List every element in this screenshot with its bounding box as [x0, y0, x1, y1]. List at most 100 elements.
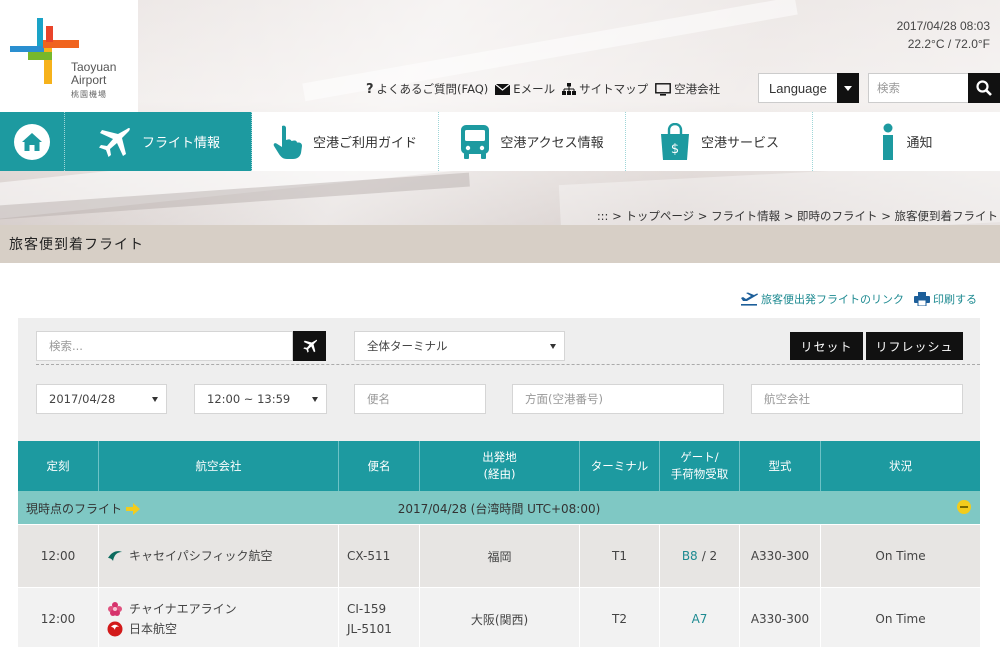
- shopping-bag-icon: $: [660, 122, 689, 160]
- column-scheduled[interactable]: 定刻: [18, 441, 99, 491]
- nav-airport-access[interactable]: 空港アクセス情報: [439, 112, 626, 171]
- origin-field[interactable]: [512, 384, 724, 414]
- collapse-icon[interactable]: [957, 500, 971, 514]
- airplane-icon: [98, 127, 130, 157]
- date-select[interactable]: 2017/04/28: [36, 384, 167, 414]
- cell-flight: CX-511: [339, 525, 420, 587]
- site-search-input[interactable]: [877, 74, 968, 102]
- column-terminal[interactable]: ターミナル: [580, 441, 660, 491]
- cell-status: On Time: [875, 612, 926, 626]
- cell-time: 12:00: [18, 588, 99, 647]
- monitor-icon: [655, 82, 671, 96]
- print-link[interactable]: 印刷する: [914, 291, 977, 307]
- airport-company-link[interactable]: 空港会社: [655, 81, 720, 97]
- flight-search-field[interactable]: [36, 331, 293, 361]
- sitemap-link[interactable]: サイトマップ: [562, 81, 648, 97]
- search-icon: [976, 80, 992, 96]
- column-origin-label: 出発地: [482, 450, 517, 464]
- chevron-down-icon: [550, 344, 556, 349]
- terminal-select[interactable]: 全体ターミナル: [354, 331, 565, 361]
- nav-airport-services[interactable]: $ 空港サービス: [626, 112, 813, 171]
- column-gate-label: ゲート/: [680, 450, 719, 464]
- group-date: 2017/04/28 (台湾時間 UTC+08:00): [397, 502, 601, 516]
- refresh-button[interactable]: リフレッシュ: [866, 332, 963, 360]
- nav-airport-services-label: 空港サービス: [700, 136, 779, 151]
- departure-flights-label: 旅客便出発フライトのリンク: [761, 293, 904, 306]
- filter-divider: [36, 364, 980, 365]
- departure-flights-link[interactable]: 旅客便出発フライトのリンク: [740, 291, 904, 307]
- airline-input[interactable]: [764, 386, 962, 412]
- flight-number: CI-159: [347, 602, 387, 616]
- column-baggage-label: 手荷物受取: [670, 467, 729, 481]
- column-airline[interactable]: 航空会社: [99, 441, 339, 491]
- page-title: 旅客便到着フライト: [9, 237, 144, 253]
- cell-terminal: T2: [580, 588, 660, 647]
- language-select[interactable]: Language: [758, 73, 859, 103]
- cell-gate: A7: [660, 588, 740, 647]
- cell-terminal: T1: [580, 525, 660, 587]
- gate-link[interactable]: A7: [692, 612, 708, 626]
- site-search-field[interactable]: [868, 73, 969, 103]
- faq-link[interactable]: ? よくあるご質問(FAQ): [366, 81, 488, 97]
- nav-notices-label: 通知: [906, 136, 933, 151]
- logo-text-line2: Airport: [71, 73, 107, 87]
- svg-text:$: $: [671, 142, 679, 157]
- chevron-down-icon: [152, 397, 158, 402]
- column-origin-via-label: (経由): [483, 467, 516, 481]
- sitemap-label: サイトマップ: [579, 82, 649, 96]
- current-temperature: 22.2°C / 72.0°F: [907, 37, 990, 51]
- airport-logo-mark-icon: [10, 18, 79, 84]
- column-status[interactable]: 状況: [821, 441, 980, 491]
- nav-airport-guide[interactable]: 空港ご利用ガイド: [252, 112, 439, 171]
- current-flights-group[interactable]: 現時点のフライト 2017/04/28 (台湾時間 UTC+08:00): [18, 491, 980, 524]
- cell-airline: チャイナエアライン 日本航空: [99, 588, 339, 647]
- gate-link[interactable]: B8: [682, 549, 698, 563]
- email-link[interactable]: Eメール: [495, 81, 555, 97]
- flight-search-button[interactable]: [293, 331, 326, 361]
- column-gate[interactable]: ゲート/ 手荷物受取: [660, 441, 740, 491]
- date-select-value: 2017/04/28: [49, 392, 116, 406]
- airline-field[interactable]: [751, 384, 963, 414]
- cell-gate: B8 / 2: [660, 525, 740, 587]
- nav-flight-info[interactable]: フライト情報: [65, 112, 252, 171]
- table-row[interactable]: 12:00 チャイナエアライン 日本航空 CI-159 JL-5101 大阪(関…: [18, 588, 980, 647]
- flight-number-field[interactable]: [354, 384, 486, 414]
- breadcrumb[interactable]: ::: > トップページ > フライト情報 > 即時のフライト > 旅客便到着フ…: [597, 208, 998, 224]
- column-aircraft[interactable]: 型式: [740, 441, 821, 491]
- time-range-select[interactable]: 12:00 ~ 13:59: [194, 384, 327, 414]
- airline-line: キャセイパシフィック航空: [107, 546, 273, 566]
- home-icon: [14, 123, 50, 160]
- nav-home[interactable]: [0, 112, 65, 171]
- cell-origin: 福岡: [420, 525, 580, 587]
- airport-company-label: 空港会社: [674, 82, 721, 96]
- origin-input[interactable]: [525, 386, 723, 412]
- site-search-button[interactable]: [968, 73, 1000, 103]
- cell-flight: CI-159 JL-5101: [339, 588, 420, 647]
- nav-notices[interactable]: 通知: [813, 112, 1000, 171]
- flight-search-input[interactable]: [49, 333, 292, 359]
- airplane-icon: [302, 339, 317, 353]
- airline-line: 日本航空: [107, 619, 177, 639]
- cell-airline: キャセイパシフィック航空: [99, 525, 339, 587]
- current-date: 2017/04/28 08:03: [896, 19, 990, 33]
- cathay-pacific-logo-icon: [108, 551, 122, 561]
- info-icon: [883, 123, 894, 160]
- chevron-down-icon: [312, 397, 318, 402]
- airline-name: 日本航空: [129, 622, 178, 636]
- china-airlines-logo-icon: [108, 602, 122, 616]
- cell-aircraft: A330-300: [740, 525, 821, 587]
- question-icon: ?: [366, 81, 374, 97]
- flight-number: JL-5101: [347, 622, 392, 636]
- mail-icon: [495, 83, 511, 95]
- language-label: Language: [769, 80, 827, 96]
- logo[interactable]: Taoyuan Airport 桃園機場: [0, 0, 138, 112]
- reset-button[interactable]: リセット: [790, 332, 863, 360]
- cell-time: 12:00: [18, 525, 99, 587]
- column-flight[interactable]: 便名: [339, 441, 420, 491]
- airline-name: キャセイパシフィック航空: [129, 549, 273, 563]
- flight-number-input[interactable]: [367, 386, 485, 412]
- faq-label: よくあるご質問(FAQ): [376, 82, 489, 96]
- column-origin[interactable]: 出発地 (経由): [420, 441, 580, 491]
- print-label: 印刷する: [933, 293, 977, 306]
- table-row[interactable]: 12:00 キャセイパシフィック航空 CX-511 福岡 T1 B8 / 2 A…: [18, 525, 980, 587]
